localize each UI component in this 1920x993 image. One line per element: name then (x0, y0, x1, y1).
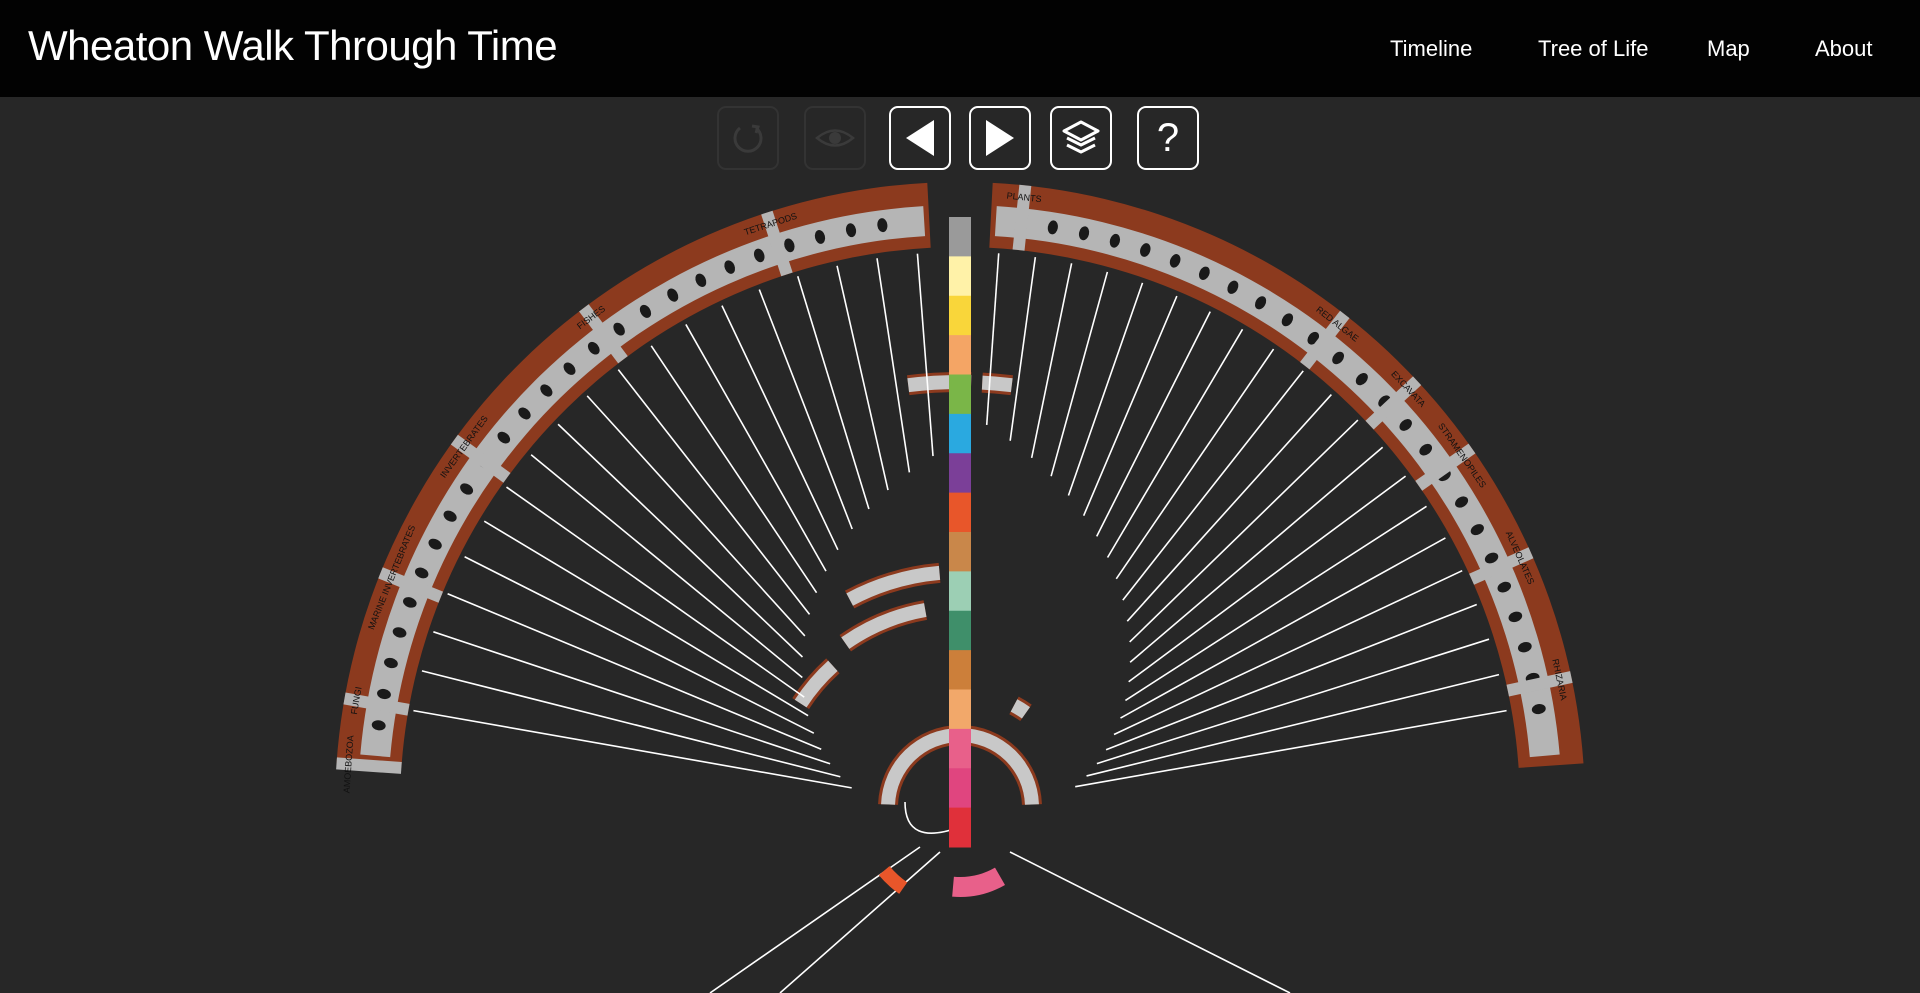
branch[interactable] (1129, 446, 1384, 663)
site-title[interactable]: Wheaton Walk Through Time (28, 22, 558, 70)
time-period-segment[interactable] (949, 689, 971, 730)
time-period-segment[interactable] (949, 610, 971, 651)
time-period-segment[interactable] (949, 492, 971, 533)
branch[interactable] (876, 258, 911, 473)
time-period-segment[interactable] (949, 413, 971, 454)
time-period-segment[interactable] (949, 728, 971, 769)
time-period-segment[interactable] (949, 532, 971, 572)
time-period-segment[interactable] (949, 768, 971, 809)
nav-tree-of-life[interactable]: Tree of Life (1538, 36, 1648, 62)
geologic-time-bar[interactable] (949, 217, 971, 848)
branch[interactable] (650, 345, 818, 594)
nav-timeline[interactable]: Timeline (1390, 36, 1472, 62)
time-period-segment[interactable] (949, 453, 971, 494)
branch[interactable] (836, 265, 889, 491)
arc-silurian (794, 660, 838, 708)
branch[interactable] (796, 276, 870, 510)
lower-arc-pink (952, 867, 1005, 898)
time-period-segment[interactable] (949, 335, 971, 375)
branch[interactable] (1128, 475, 1407, 683)
branch[interactable] (586, 395, 806, 637)
branch[interactable] (1050, 271, 1109, 477)
outer-ring-left (336, 182, 931, 768)
branch[interactable] (1129, 419, 1359, 643)
branch[interactable] (1095, 311, 1211, 537)
branch[interactable] (1009, 257, 1037, 441)
branch[interactable] (530, 454, 803, 679)
branch[interactable] (506, 486, 805, 698)
phylogenetic-tree-svg[interactable]: AMOEBOZOAFUNGIMARINE INVERTEBRATESINVERT… (0, 97, 1920, 993)
branch[interactable] (685, 324, 827, 572)
nav-map[interactable]: Map (1707, 36, 1750, 62)
time-period-segment[interactable] (949, 217, 971, 257)
top-navigation-bar: Wheaton Walk Through Time Timeline Tree … (0, 0, 1920, 97)
time-period-segment[interactable] (949, 256, 971, 297)
time-period-segment[interactable] (949, 571, 971, 612)
branch[interactable] (464, 556, 815, 734)
branch[interactable] (1124, 505, 1427, 702)
tree-of-life-view[interactable]: AMOEBOZOA FUNGI MARINE INVERTEBRATES INVERT… (0, 97, 1920, 993)
branch[interactable] (1030, 263, 1073, 459)
branch[interactable] (916, 253, 934, 457)
branch[interactable] (1096, 638, 1490, 765)
branch[interactable] (779, 851, 941, 993)
branch[interactable] (1009, 851, 1291, 993)
outer-ring-right (989, 182, 1584, 768)
branch[interactable] (1106, 328, 1244, 558)
time-period-segment[interactable] (949, 374, 971, 415)
time-period-segment[interactable] (949, 807, 971, 848)
nav-about[interactable]: About (1815, 36, 1873, 62)
lower-arc-orange (878, 866, 908, 894)
branch[interactable] (1086, 673, 1500, 777)
time-period-segment[interactable] (949, 650, 971, 690)
branch[interactable] (985, 253, 1000, 425)
time-period-segment[interactable] (949, 295, 971, 336)
arc-mesozoic-right (981, 375, 1013, 393)
